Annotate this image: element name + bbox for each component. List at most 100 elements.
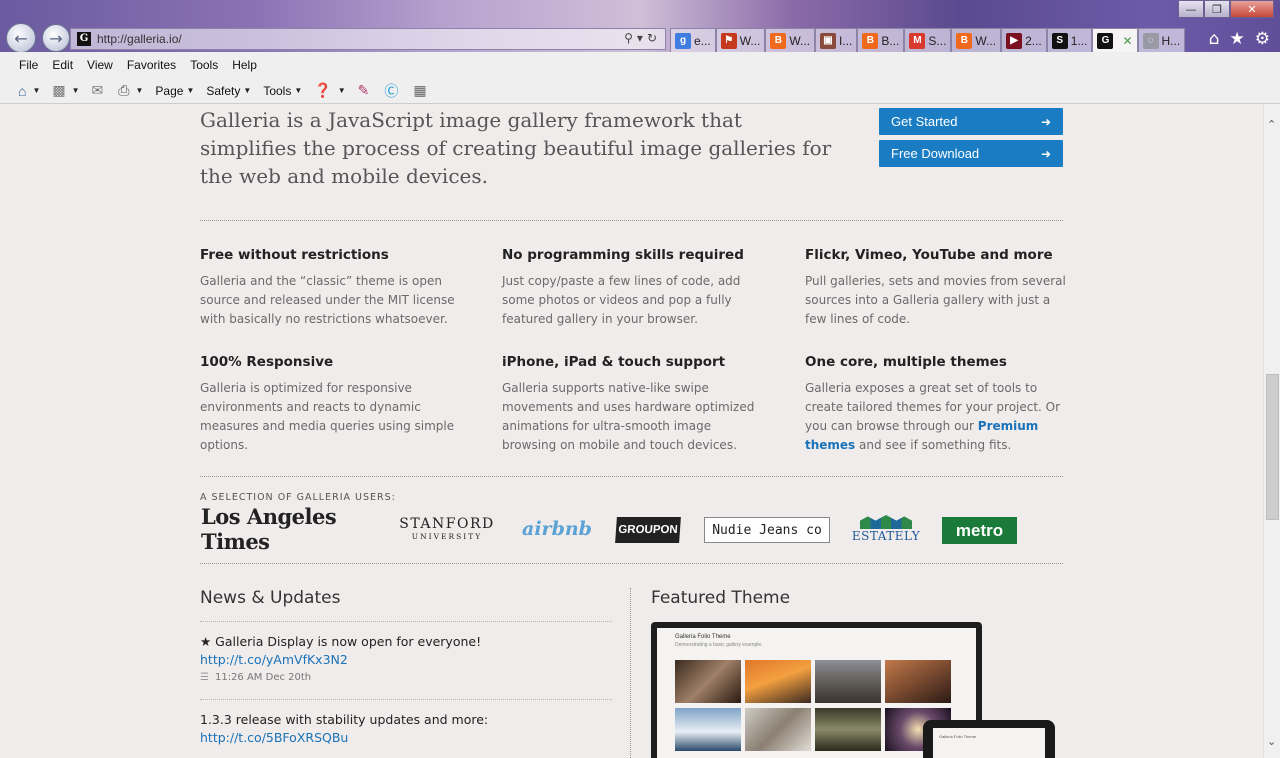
- featured-theme-tablet-image[interactable]: Galleria Folio Theme: [923, 720, 1055, 758]
- back-button[interactable]: ←: [6, 23, 36, 53]
- help-question-icon: ❓: [314, 82, 332, 98]
- page-menu-label: Page: [155, 83, 184, 98]
- feature-themes: One core, multiple themes Galleria expos…: [805, 354, 1067, 455]
- search-icon[interactable]: ⚲: [624, 31, 637, 45]
- nudie-jeans-logo: Nudie Jeans co: [704, 517, 830, 543]
- browser-tab[interactable]: M S...: [904, 28, 952, 52]
- thumbnail-image: [675, 660, 741, 703]
- feature-title: No programming skills required: [502, 247, 744, 263]
- stanford-logo: STANFORD UNIVERSITY: [398, 514, 496, 544]
- browser-tab[interactable]: ◌ H...: [1137, 28, 1186, 52]
- tools-menu-label: Tools: [263, 83, 292, 98]
- vertical-scrollbar[interactable]: ⌃ ⌄: [1263, 104, 1280, 758]
- menu-edit[interactable]: Edit: [45, 58, 80, 72]
- browser-tab[interactable]: G ✕: [1092, 28, 1138, 52]
- scrollbar-thumb[interactable]: [1266, 374, 1279, 520]
- home-icon: ⌂: [18, 82, 27, 99]
- help-command[interactable]: ❓ ▼: [314, 82, 345, 99]
- safety-menu-label: Safety: [206, 83, 241, 98]
- tab-label: 2...: [1025, 33, 1042, 48]
- tab-label: W...: [739, 33, 761, 48]
- stanford-logo-line2: UNIVERSITY: [411, 531, 483, 541]
- browser-tab[interactable]: ⚑ W...: [715, 28, 766, 52]
- address-bar[interactable]: G http://galleria.io/ ⚲▾↻: [70, 28, 666, 50]
- printer-icon: ⎙: [118, 82, 130, 98]
- browser-tab[interactable]: S 1...: [1046, 28, 1093, 52]
- menu-favorites[interactable]: Favorites: [120, 58, 183, 72]
- estately-buildings-icon: [860, 515, 912, 529]
- mail-command[interactable]: ✉: [92, 82, 107, 99]
- news-time: ☰ 11:26 AM Dec 20th: [200, 672, 612, 683]
- research-book-icon: ▦: [413, 82, 427, 98]
- menu-file[interactable]: File: [12, 58, 45, 72]
- browser-tab[interactable]: B W...: [765, 28, 816, 52]
- news-link[interactable]: http://t.co/5BFoXRSQBu: [200, 729, 612, 747]
- refresh-icon[interactable]: ↻: [647, 31, 661, 45]
- close-tab-icon[interactable]: ✕: [1122, 34, 1132, 48]
- news-link[interactable]: http://t.co/yAmVfKx3N2: [200, 651, 612, 669]
- feature-free: Free without restrictions Galleria and t…: [200, 247, 462, 329]
- feature-text: Just copy/paste a few lines of code, add…: [502, 274, 741, 326]
- video-favicon-icon: ▶: [1006, 32, 1023, 49]
- menu-tools[interactable]: Tools: [183, 58, 225, 72]
- forward-arrow-icon: →: [49, 28, 63, 48]
- page-menu-button[interactable]: Page ▼: [155, 84, 194, 98]
- url-text[interactable]: http://galleria.io/: [97, 32, 182, 46]
- tab-label: e...: [694, 33, 711, 48]
- address-bar-actions[interactable]: ⚲▾↻: [624, 31, 661, 45]
- column-divider: [630, 588, 631, 758]
- skype-command[interactable]: Ⓒ: [384, 81, 401, 101]
- addon-tool-icon: ✎: [357, 82, 370, 98]
- mail-icon: ✉: [91, 82, 104, 98]
- gear-icon[interactable]: ⚙: [1255, 29, 1270, 49]
- estately-logo-text: ESTATELY: [851, 529, 921, 543]
- thumbnail-image: [745, 708, 811, 751]
- scroll-down-arrow-icon[interactable]: ⌄: [1267, 735, 1276, 748]
- gmail-icon: M: [909, 32, 926, 49]
- feature-text: Galleria is optimized for responsive env…: [200, 381, 455, 452]
- favorites-star-icon[interactable]: ★: [1230, 29, 1245, 49]
- dropdown-caret-icon[interactable]: ▾: [637, 31, 647, 45]
- feature-text: Pull galleries, sets and movies from sev…: [805, 274, 1066, 326]
- thumbnail-image: [815, 708, 881, 751]
- get-started-button[interactable]: Get Started ➜: [879, 108, 1063, 135]
- research-command[interactable]: ▦: [413, 82, 429, 99]
- scroll-up-arrow-icon[interactable]: ⌃: [1267, 118, 1276, 131]
- feature-sources: Flickr, Vimeo, YouTube and more Pull gal…: [805, 247, 1067, 329]
- menu-bar: File Edit View Favorites Tools Help: [0, 52, 1280, 78]
- tab-label: H...: [1161, 33, 1181, 48]
- restore-button[interactable]: ❐: [1204, 0, 1230, 18]
- close-window-button[interactable]: ✕: [1230, 0, 1274, 18]
- menu-help[interactable]: Help: [225, 58, 264, 72]
- feature-title: Flickr, Vimeo, YouTube and more: [805, 247, 1053, 263]
- thumbnail-image: [815, 660, 881, 703]
- blogger-icon: B: [862, 32, 879, 49]
- addon-command[interactable]: ✎: [358, 82, 373, 99]
- news-text: 1.3.3 release with stability updates and…: [200, 712, 489, 727]
- browser-tab[interactable]: ▣ I...: [815, 28, 858, 52]
- free-download-button[interactable]: Free Download ➜: [879, 140, 1063, 167]
- browser-right-toolbar: ⌂ ★ ⚙: [1209, 29, 1270, 49]
- forward-button[interactable]: →: [42, 24, 70, 52]
- users-section-title: A SELECTION OF GALLERIA USERS:: [200, 492, 396, 503]
- safety-menu-button[interactable]: Safety ▼: [206, 84, 251, 98]
- feature-text: Galleria supports native-like swipe move…: [502, 381, 755, 452]
- news-separator: [200, 621, 612, 622]
- browser-tab[interactable]: ▶ 2...: [1001, 28, 1047, 52]
- browser-tab[interactable]: g e...: [670, 28, 716, 52]
- browser-tab[interactable]: B B...: [857, 28, 905, 52]
- tab-label: W...: [789, 33, 811, 48]
- browser-tab[interactable]: B W...: [951, 28, 1002, 52]
- print-command[interactable]: ⎙ ▼: [118, 82, 143, 99]
- feature-text-after: and see if something fits.: [855, 438, 1012, 452]
- home-icon[interactable]: ⌂: [1209, 29, 1220, 49]
- tablet-screen: Galleria Folio Theme: [933, 728, 1045, 758]
- feeds-command[interactable]: ▩ ▼: [52, 82, 79, 99]
- thumbnail-image: [745, 660, 811, 703]
- home-command[interactable]: ⌂ ▼: [18, 83, 40, 99]
- rss-feed-icon: ▩: [52, 82, 66, 98]
- tools-menu-button[interactable]: Tools ▼: [263, 84, 302, 98]
- minimize-button[interactable]: —: [1178, 0, 1204, 18]
- window-controls: — ❐ ✕: [1178, 0, 1274, 18]
- menu-view[interactable]: View: [80, 58, 120, 72]
